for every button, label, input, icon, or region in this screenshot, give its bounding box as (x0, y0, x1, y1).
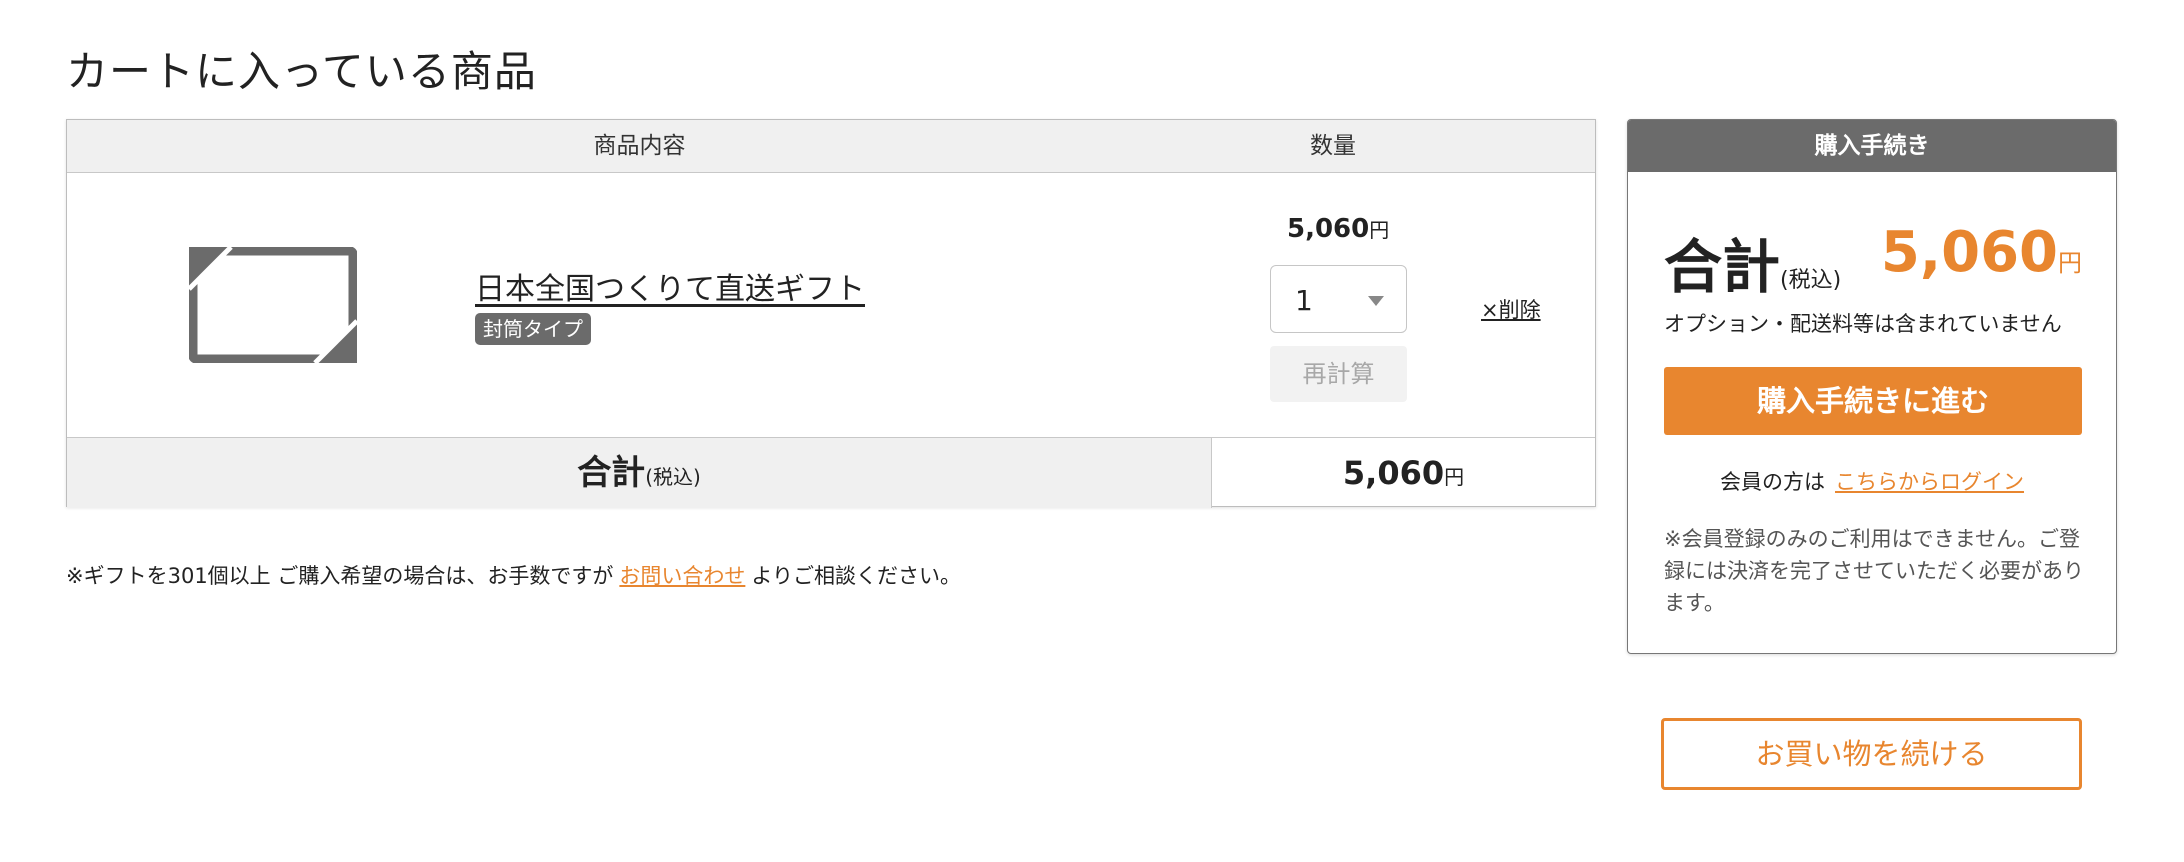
delete-item-link[interactable]: ×削除 (1481, 294, 1541, 324)
member-login-line: 会員の方は こちらからログイン (1628, 466, 2116, 496)
recalculate-button[interactable]: 再計算 (1270, 346, 1407, 402)
product-type-badge: 封筒タイプ (475, 313, 591, 345)
proceed-to-checkout-button[interactable]: 購入手続きに進む (1664, 367, 2082, 435)
continue-shopping-button[interactable]: お買い物を続ける (1661, 718, 2082, 790)
cart-table: 商品内容 数量 日本全国つくりて直送ギフト 封筒タイプ 5,060円 1 再計算… (66, 119, 1596, 508)
cart-table-footer: 合計(税込) 5,060円 (67, 437, 1595, 508)
column-header-quantity: 数量 (1310, 133, 1356, 159)
cart-total-tax-text: (税込) (645, 465, 701, 489)
login-link[interactable]: こちらからログイン (1835, 470, 2024, 494)
side-total-price-value: 5,060 (1880, 220, 2058, 285)
cart-total-text: 合計 (577, 453, 646, 493)
product-name-link[interactable]: 日本全国つくりて直送ギフト (475, 264, 865, 308)
contact-link[interactable]: お問い合わせ (619, 564, 745, 588)
cart-total-label: 合計(税込) (67, 438, 1212, 508)
quantity-select[interactable]: 1 (1270, 265, 1407, 333)
page-title: カートに入っている商品 (66, 47, 537, 96)
note-text-after: よりご相談ください。 (751, 564, 961, 588)
unit-price: 5,060円 (1287, 214, 1389, 244)
option-shipping-note: オプション・配送料等は含まれていません (1664, 312, 2062, 336)
side-total-label: 合計(税込) (1664, 220, 1841, 304)
cart-total-price-yen: 円 (1444, 465, 1465, 489)
cart-total-price-value: 5,060 (1342, 454, 1445, 492)
cart-total-price: 5,060円 (1212, 438, 1595, 508)
side-total-tax-text: (税込) (1780, 268, 1842, 293)
checkout-panel-title: 購入手続き (1628, 120, 2116, 172)
quantity-value: 1 (1295, 284, 1313, 317)
side-total-price: 5,060円 (1881, 220, 2082, 285)
unit-price-value: 5,060 (1287, 214, 1370, 244)
column-header-item: 商品内容 (593, 133, 686, 159)
checkout-panel: 購入手続き 合計(税込) 5,060円 オプション・配送料等は含まれていません … (1627, 119, 2117, 654)
member-text: 会員の方は (1720, 470, 1825, 494)
bulk-order-note: ※ギフトを301個以上 ご購入希望の場合は、お手数ですが お問い合わせ よりご相談く… (66, 560, 961, 590)
envelope-placeholder-icon (189, 247, 357, 363)
registration-warning: ※会員登録のみのご利用はできません。ご登録には決済を完了させていただく必要があり… (1664, 527, 2084, 615)
cart-table-header: 商品内容 数量 (67, 120, 1595, 173)
caret-down-icon (1368, 296, 1384, 306)
side-total-price-yen: 円 (2058, 249, 2082, 277)
unit-price-yen: 円 (1369, 218, 1390, 242)
side-total-text: 合計 (1664, 233, 1781, 301)
note-text-before: ※ギフトを301個以上 ご購入希望の場合は、お手数ですが (66, 564, 614, 588)
